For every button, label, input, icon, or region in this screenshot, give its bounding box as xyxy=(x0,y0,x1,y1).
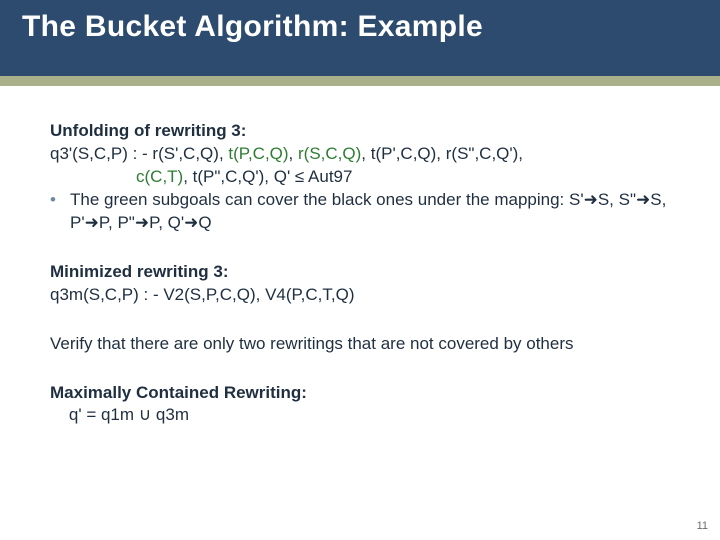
arrow-icon: ➜ xyxy=(135,213,149,232)
title-divider xyxy=(0,76,720,86)
block-max-contained: Maximally Contained Rewriting: q' = q1m … xyxy=(50,382,680,428)
l2-tail: , t(P",C,Q'), Q' ≤ Aut97 xyxy=(183,167,352,186)
slide-title: The Bucket Algorithm: Example xyxy=(22,10,698,44)
page-number: 11 xyxy=(697,520,708,532)
arrow-icon: ➜ xyxy=(584,190,598,209)
slide-body: Unfolding of rewriting 3: q3'(S,C,P) : -… xyxy=(0,86,720,427)
l1-green-1: t(P,C,Q) xyxy=(228,144,288,163)
block-verify: Verify that there are only two rewriting… xyxy=(50,333,680,356)
arrow-icon: ➜ xyxy=(184,213,198,232)
max-heading: Maximally Contained Rewriting: xyxy=(50,382,680,405)
l1-green-2: r(S,C,Q) xyxy=(298,144,361,163)
l1-mid1: , xyxy=(289,144,298,163)
verify-line: Verify that there are only two rewriting… xyxy=(50,333,680,356)
map-e: P, Q' xyxy=(149,213,184,232)
arrow-icon: ➜ xyxy=(85,213,99,232)
minimized-line: q3m(S,C,P) : - V2(S,P,C,Q), V4(P,C,T,Q) xyxy=(50,284,680,307)
title-band: The Bucket Algorithm: Example xyxy=(0,0,720,76)
map-d: P, P" xyxy=(99,213,135,232)
max-line: q' = q1m ∪ q3m xyxy=(50,404,680,427)
map-f: Q xyxy=(198,213,211,232)
minimized-heading: Minimized rewriting 3: xyxy=(50,261,680,284)
block-minimized: Minimized rewriting 3: q3m(S,C,P) : - V2… xyxy=(50,261,680,307)
bullet-row: • The green subgoals can cover the black… xyxy=(50,189,680,235)
arrow-icon: ➜ xyxy=(636,190,650,209)
l1-lead: q3'(S,C,P) : - r(S',C,Q), xyxy=(50,144,228,163)
l1-mid2: , t(P',C,Q), r(S",C,Q'), xyxy=(361,144,523,163)
unfolding-heading: Unfolding of rewriting 3: xyxy=(50,120,680,143)
slide: The Bucket Algorithm: Example Unfolding … xyxy=(0,0,720,540)
map-b: S, S" xyxy=(598,190,636,209)
map-a: The green subgoals can cover the black o… xyxy=(70,190,584,209)
bullet-text: The green subgoals can cover the black o… xyxy=(70,189,680,235)
unfolding-line-2: c(C,T), t(P",C,Q'), Q' ≤ Aut97 xyxy=(50,166,680,189)
bullet-icon: • xyxy=(50,189,70,235)
l2-green-3: c(C,T) xyxy=(136,167,183,186)
unfolding-line-1: q3'(S,C,P) : - r(S',C,Q), t(P,C,Q), r(S,… xyxy=(50,143,680,166)
block-unfolding: Unfolding of rewriting 3: q3'(S,C,P) : -… xyxy=(50,120,680,235)
